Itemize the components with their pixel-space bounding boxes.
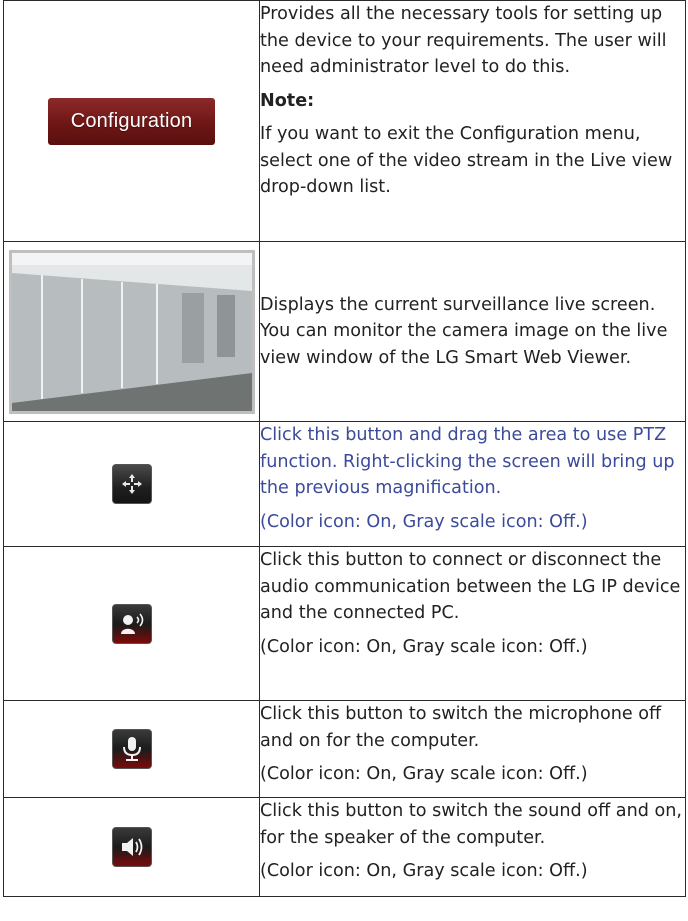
note-text: If you want to exit the Configuration me… [260,124,673,197]
icon-cell [3,546,260,701]
description-text: Click this button and drag the area to u… [260,425,675,498]
description-cell: Displays the current surveillance live s… [259,241,686,422]
speaker-icon[interactable] [111,827,152,867]
status-note: (Color icon: On, Gray scale icon: Off.) [260,861,588,881]
configuration-button[interactable]: Configuration [48,97,215,145]
description-text: Click this button to switch the sound of… [260,801,682,848]
icon-cell: Configuration [3,0,260,242]
status-note: (Color icon: On, Gray scale icon: Off.) [260,764,588,784]
icon-cell [3,700,260,798]
live-view-image [11,252,252,411]
description-cell: Click this button to switch the micropho… [259,700,686,798]
description-cell: Click this button to connect or disconne… [259,546,686,701]
table-row: Click this button to switch the sound of… [3,797,686,897]
table-row: Click this button and drag the area to u… [3,421,686,547]
description-text: Displays the current surveillance live s… [260,294,668,368]
table-row: Displays the current surveillance live s… [3,241,686,422]
description-cell: Provides all the necessary tools for set… [259,0,686,242]
description-text: Click this button to connect or disconne… [260,550,681,623]
table-row: Click this button to switch the micropho… [3,700,686,798]
description-text: Provides all the necessary tools for set… [260,4,667,77]
ptz-move-icon[interactable] [111,464,152,504]
microphone-icon[interactable] [111,729,152,769]
note-heading: Note: [260,90,315,111]
feature-table: Configuration Provides all the necessary… [3,0,686,897]
description-cell: Click this button to switch the sound of… [259,797,686,897]
status-note: (Color icon: On, Gray scale icon: Off.) [260,511,588,532]
table-row: Click this button to connect or disconne… [3,546,686,701]
audio-communication-icon[interactable] [111,603,152,644]
live-view-thumbnail[interactable] [8,249,255,414]
icon-cell [3,421,260,547]
description-cell: Click this button and drag the area to u… [259,421,686,547]
icon-cell [3,797,260,897]
table-row: Configuration Provides all the necessary… [3,0,686,242]
icon-cell [3,241,260,422]
status-note: (Color icon: On, Gray scale icon: Off.) [260,636,588,657]
description-text: Click this button to switch the micropho… [260,704,662,751]
